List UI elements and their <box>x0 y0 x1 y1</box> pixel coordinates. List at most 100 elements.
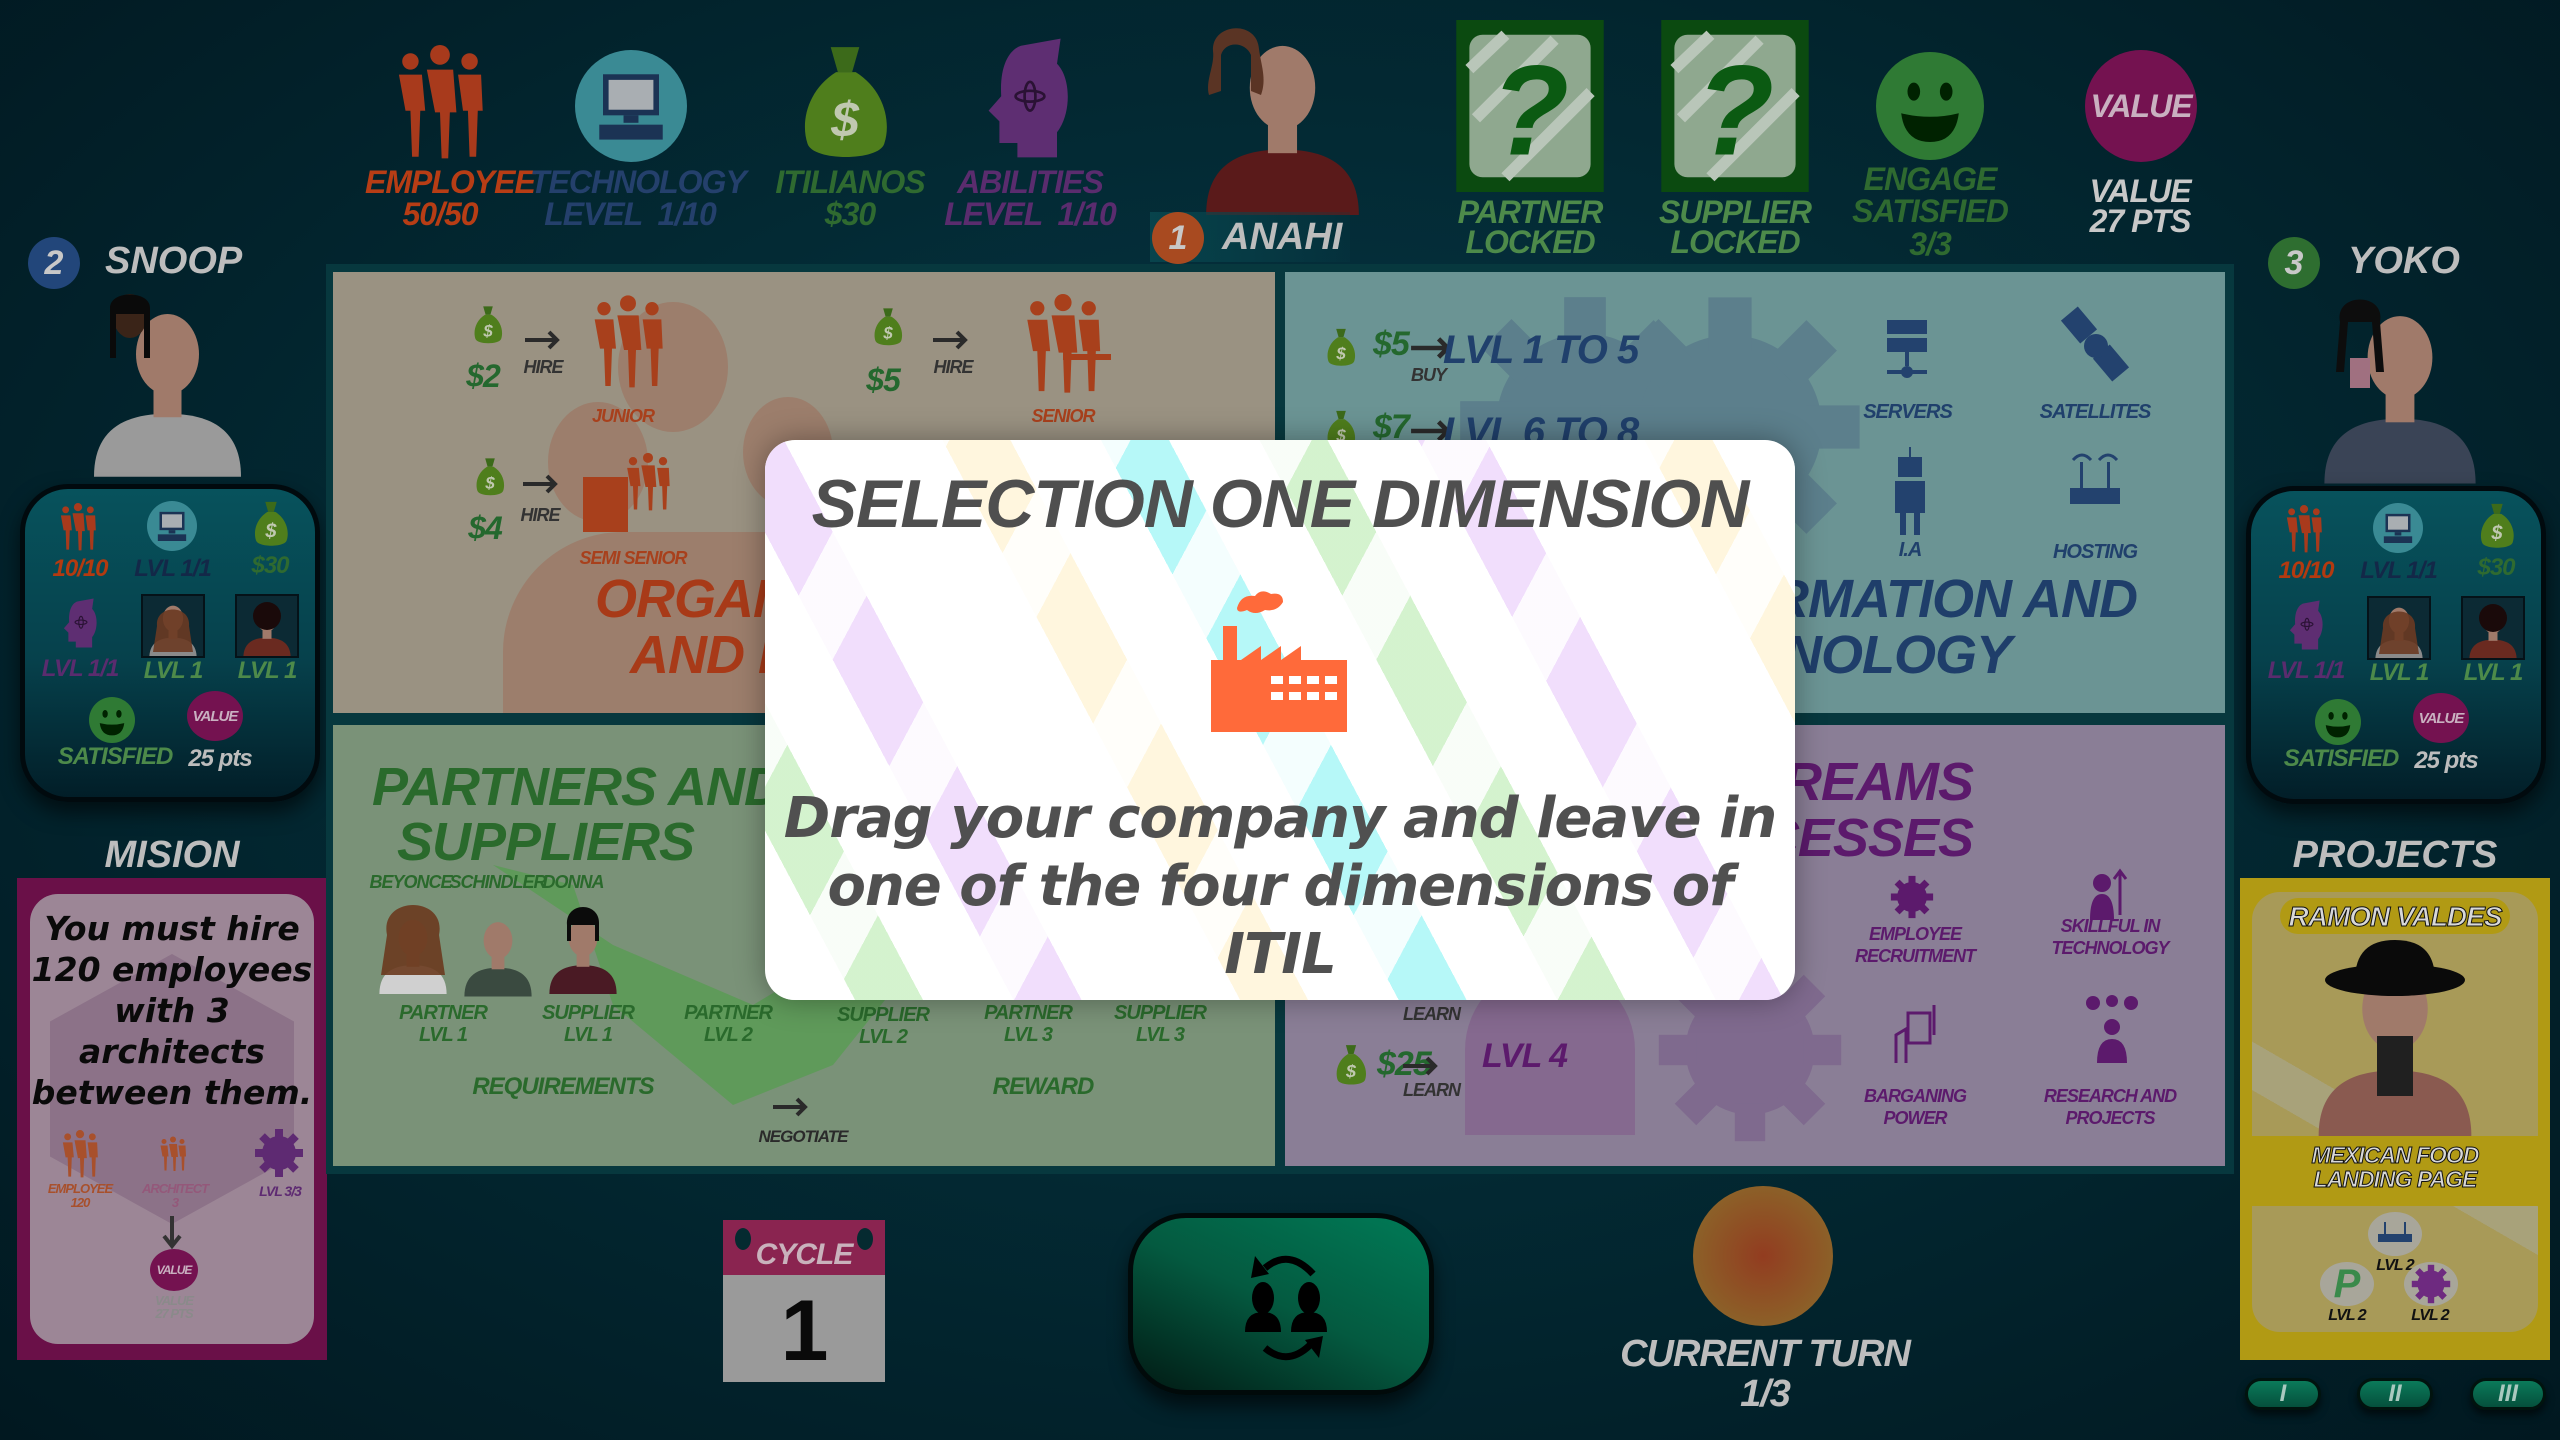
tier-level: LVL 2 <box>704 1024 753 1046</box>
player-name: SNOOP <box>105 240 243 282</box>
factory-icon <box>1211 591 1347 732</box>
bargaining-power-icon <box>1894 1005 1936 1063</box>
tier-type: PARTNER <box>684 1002 773 1024</box>
company-factory-icon[interactable] <box>973 440 1063 454</box>
project-page-1-button[interactable]: I <box>2245 1378 2321 1410</box>
project-card[interactable]: RAMON VALDES MEXICAN FOOD LANDING PAGE L… <box>2240 878 2550 1360</box>
reward-value: 27 PTS <box>155 1306 193 1321</box>
hosting-requirement-icon <box>2368 1212 2422 1256</box>
change-turn-button[interactable] <box>1128 1213 1434 1395</box>
modal-title: SELECTION ONE DIMENSION <box>811 466 1750 542</box>
partner-thumbnail[interactable] <box>141 594 205 658</box>
itilianos-money-icon <box>800 40 890 165</box>
arrow-icon <box>933 330 973 350</box>
requirement-level: LVL 2 <box>2411 1307 2449 1324</box>
engage-status: SATISFIED <box>1852 193 2009 229</box>
req-architect-label: ARCHITECT <box>141 1181 209 1196</box>
points-value: 25 pts <box>188 745 252 772</box>
supplier-level: LVL 1 <box>2463 659 2524 686</box>
money-value: $30 <box>251 552 289 579</box>
abilities-icon <box>2287 599 2327 651</box>
skillful-in-technology-icon <box>2090 868 2128 920</box>
negotiate-label: NEGOTIATE <box>758 1127 849 1146</box>
technology-label: TECHNOLOGY <box>530 164 747 200</box>
technology-icon <box>147 501 197 551</box>
draggable-company[interactable] <box>1207 590 1351 732</box>
donna-portrait[interactable] <box>543 895 623 1005</box>
player-name: YOKO <box>2348 240 2460 282</box>
supplier-level: LVL 1 <box>237 657 298 684</box>
hire-action: HIRE <box>520 505 560 525</box>
tech-item-label: HOSTING <box>2052 541 2138 563</box>
satisfied-label: SATISFIED <box>2283 745 2400 772</box>
hire-role: SENIOR <box>1031 406 1095 426</box>
arrow-icon <box>523 474 563 494</box>
rotate-players-icon <box>1245 1255 1327 1361</box>
beyonce-portrait[interactable] <box>373 895 453 1005</box>
req-employee-label: EMPLOYEE <box>47 1181 113 1196</box>
servers-icon <box>1887 320 1927 378</box>
mission-line: with 3 <box>114 991 230 1030</box>
points-value: 25 pts <box>2414 747 2478 774</box>
projects-title: PROJECTS <box>2292 834 2498 876</box>
learn-action: LEARN <box>1403 1080 1461 1100</box>
partner-locked-card-icon[interactable] <box>1455 20 1605 192</box>
partner-status: LOCKED <box>1465 224 1595 260</box>
current-turn-value: 1/3 <box>1740 1373 1791 1415</box>
hire-action: HIRE <box>523 357 563 377</box>
project-name-line: LANDING PAGE <box>2313 1166 2478 1192</box>
arrow-icon <box>525 330 565 350</box>
employees-icon <box>55 503 101 551</box>
process-label: POWER <box>1883 1108 1947 1128</box>
hosting-router-icon <box>2070 453 2120 504</box>
money-bag-icon <box>475 452 505 502</box>
research-and-projects-icon <box>2086 995 2138 1063</box>
employees-icon <box>390 45 490 160</box>
project-page-3-button[interactable]: III <box>2470 1378 2546 1410</box>
process-label: TECHNOLOGY <box>2051 938 2169 958</box>
satisfied-label: SATISFIED <box>57 743 174 770</box>
project-name-line: MEXICAN FOOD <box>2311 1142 2480 1168</box>
abilities-value: LEVEL 1/10 <box>944 196 1117 232</box>
supplier-locked-card-icon[interactable] <box>1660 20 1810 192</box>
player-portrait <box>80 294 255 483</box>
partner-level: LVL 1 <box>143 657 204 684</box>
tier-type: PARTNER <box>399 1002 488 1024</box>
mission-card[interactable]: You must hire 120 employees with 3 archi… <box>17 878 327 1360</box>
recruitment-requirement-icon <box>2404 1262 2458 1306</box>
req-architect-value: 3 <box>171 1195 179 1210</box>
supplier-thumbnail[interactable] <box>235 594 299 658</box>
abilities-icon <box>985 35 1075 161</box>
tier-level: LVL 3 <box>1136 1024 1185 1046</box>
engage-smiley-icon <box>1876 52 1984 160</box>
player-stats-panel: 10/10 LVL 1/1 $30 LVL 1/1 LVL 1 LVL 1 SA… <box>2246 486 2546 804</box>
process-label: EMPLOYEE <box>1868 924 1962 944</box>
tier-type: PARTNER <box>984 1002 1073 1024</box>
modal-message: Drag your company and leave in one of th… <box>765 785 1795 989</box>
satisfied-smiley-icon <box>89 697 135 743</box>
hire-role: SEMI SENIOR <box>579 548 687 568</box>
process-label: BARGANING <box>1864 1086 1967 1106</box>
selection-dimension-modal: SELECTION ONE DIMENSION Drag your compan… <box>765 440 1795 1000</box>
itilianos-value: $30 <box>824 196 876 232</box>
req-employee-value: 120 <box>70 1195 91 1210</box>
buy-cost: $5 <box>1373 325 1410 363</box>
abilities-value: LVL 1/1 <box>2267 657 2346 684</box>
technology-icon <box>575 50 687 162</box>
money-bag-icon <box>1335 1037 1367 1093</box>
current-player-name: ANAHI <box>1222 216 1343 258</box>
value-badge-text: VALUE <box>2090 88 2192 124</box>
player-number-badge: 2 <box>28 237 80 289</box>
employees-value: 10/10 <box>52 555 108 582</box>
partner-thumbnail[interactable] <box>2367 596 2431 660</box>
tier-type: SUPPLIER <box>1113 1002 1207 1024</box>
buy-action: BUY <box>1411 365 1447 385</box>
project-page-2-button[interactable]: II <box>2357 1378 2433 1410</box>
tier-level: LVL 1 <box>419 1024 468 1046</box>
buy-cost: $7 <box>1373 408 1410 446</box>
buy-range: LVL 1 TO 5 <box>1443 328 1639 372</box>
current-turn-label: CURRENT TURN <box>1620 1333 1911 1375</box>
semi-senior-icon <box>583 452 670 532</box>
schindler-portrait[interactable] <box>458 900 538 1005</box>
supplier-thumbnail[interactable] <box>2461 596 2525 660</box>
